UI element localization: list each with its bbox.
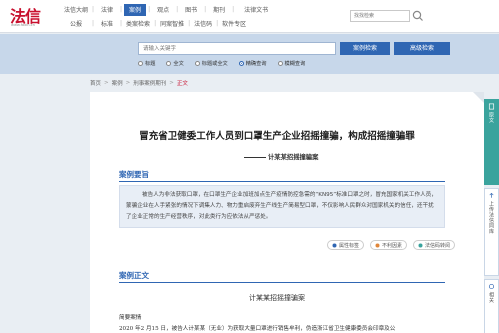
nav-item[interactable]: 法信码 xyxy=(192,18,214,30)
side-tab-label: 原文 xyxy=(488,112,494,123)
nav-item[interactable]: 类案检索 xyxy=(124,18,152,30)
article-actions: 属性标签 不利因素 法信码转阅 xyxy=(327,240,456,250)
radio-dot-icon xyxy=(138,61,143,66)
warning-icon xyxy=(375,243,380,247)
radio-dot-icon xyxy=(238,61,244,66)
breadcrumb-current: 正文 xyxy=(176,81,188,87)
nav-item[interactable]: 法律文书 xyxy=(236,4,276,16)
radio-dot-icon xyxy=(166,61,172,66)
side-tab-original[interactable]: 原文 xyxy=(484,99,499,185)
search-scope-radio[interactable]: 模糊查询 xyxy=(277,60,306,67)
radio-dot-icon xyxy=(277,61,283,66)
breadcrumb-home[interactable]: 首页 xyxy=(90,79,101,87)
nav-item[interactable]: 法律 xyxy=(96,4,118,16)
breadcrumb-separator: > xyxy=(125,80,131,86)
search-scope-radio[interactable]: 标题 xyxy=(138,60,155,67)
body-heading: 案例正文 xyxy=(119,271,149,280)
top-search-input[interactable] xyxy=(350,10,410,22)
faxin-code-label: 法信码转阅 xyxy=(425,242,451,249)
attribute-tag-button[interactable]: 属性标签 xyxy=(327,240,365,250)
radio-dot-icon xyxy=(194,61,200,66)
side-tab-label: 相关 xyxy=(488,292,494,303)
nav-row: 法信大纲 | 法律 | 案例 | 观点 | 图书 | 期刊 | 法律文书 xyxy=(62,3,350,16)
logo-url: www.faxin.cn xyxy=(11,23,35,27)
search-icon[interactable] xyxy=(411,9,425,23)
case-search-button[interactable]: 案例检索 xyxy=(340,42,390,55)
search-scope-options: 标题 全文 标题或全文 精确查询 模糊查询 xyxy=(138,60,305,67)
body-divider xyxy=(119,282,445,283)
side-tab-related[interactable]: 相关 xyxy=(484,279,499,333)
adverse-factors-button[interactable]: 不利因素 xyxy=(370,240,408,250)
side-tab-label: 上传法信同库 xyxy=(488,201,494,234)
page-fold-corner xyxy=(473,92,484,103)
nav-row: 公报 | 标准 | 类案检索 | 同案智推 | 法信码 | 软件专区 xyxy=(62,17,350,30)
keyword-search-input[interactable] xyxy=(138,42,336,55)
case-facts-text: 2020 年2 月15 日，被告人计某某（无业）为获取大量口罩进行销售牟利，伪造… xyxy=(119,326,396,332)
breadcrumb: 首页 > 案例 > 刑事案例期刊 > 正文 xyxy=(90,79,188,87)
radio-label: 标题或全文 xyxy=(201,61,228,67)
summary-text: 被告人为非法获取口罩，在口罩生产企业加班加点生产疫情防控急需的“KN95”标准口… xyxy=(126,192,437,220)
radio-label: 标题 xyxy=(145,61,156,67)
search-scope-radio[interactable]: 标题或全文 xyxy=(194,60,228,67)
article-panel: 冒充省卫健委工作人员到口罩生产企业招摇撞骗，构成招摇撞骗罪 计某某招摇撞骗案 案… xyxy=(90,92,484,333)
attribute-tag-label: 属性标签 xyxy=(339,242,360,249)
nav-item[interactable]: 观点 xyxy=(152,4,174,16)
radio-label: 精确查询 xyxy=(245,61,267,67)
subtitle-dash xyxy=(244,156,266,158)
summary-box: 被告人为非法获取口罩，在口罩生产企业加班加点生产疫情防控急需的“KN95”标准口… xyxy=(119,185,445,228)
nav-item[interactable]: 图书 xyxy=(180,4,202,16)
nav-item[interactable]: 同案智推 xyxy=(158,18,186,30)
advanced-search-button[interactable]: 高级检索 xyxy=(394,42,450,55)
link-icon xyxy=(488,283,495,290)
breadcrumb-separator: > xyxy=(104,80,109,86)
radio-label: 模糊查询 xyxy=(284,61,306,67)
upload-icon xyxy=(489,192,494,198)
main-nav: 法信大纲 | 法律 | 案例 | 观点 | 图书 | 期刊 | 法律文书 公报 | 标准 | 类案检索 | 同案智推 |… xyxy=(62,3,350,30)
article-subtitle: 计某某招摇撞骗案 xyxy=(244,152,318,161)
faxin-code-button[interactable]: 法信码转阅 xyxy=(413,240,456,250)
nav-item[interactable]: 公报 xyxy=(62,18,90,30)
nav-item[interactable]: 法信大纲 xyxy=(62,4,90,16)
radio-label: 全文 xyxy=(173,61,184,67)
summary-divider xyxy=(119,181,445,182)
nav-item[interactable]: 案例 xyxy=(124,3,147,16)
case-facts-label: 简要案情 xyxy=(119,315,142,321)
summary-heading: 案例要旨 xyxy=(119,170,149,179)
nav-item[interactable]: 期刊 xyxy=(208,4,230,16)
nav-item[interactable]: 软件专区 xyxy=(220,18,248,30)
article-subtitle-text: 计某某招摇撞骗案 xyxy=(268,154,319,161)
document-icon xyxy=(488,103,495,110)
search-scope-radio[interactable]: 精确查询 xyxy=(238,60,267,67)
top-navigation-bar: 法信 www.faxin.cn 法信大纲 | 法律 | 案例 | 观点 | 图书 | 期刊 | 法律文书… xyxy=(0,0,499,33)
adverse-factors-label: 不利因素 xyxy=(382,242,403,249)
article-title: 冒充省卫健委工作人员到口罩生产企业招摇撞骗，构成招摇撞骗罪 xyxy=(139,131,415,142)
faxin-logo[interactable]: 法信 www.faxin.cn xyxy=(10,4,46,27)
breadcrumb-criminal-journal[interactable]: 刑事案例期刊 xyxy=(133,79,166,87)
code-icon xyxy=(418,243,423,247)
search-scope-radio[interactable]: 全文 xyxy=(166,60,184,67)
side-tab-upload[interactable]: 上传法信同库 xyxy=(484,188,499,276)
nav-item[interactable]: 标准 xyxy=(96,18,118,30)
document-title: 计某某招摇撞骗案 xyxy=(249,294,305,302)
side-toolbar: 原文 上传法信同库 相关 xyxy=(484,99,499,333)
tag-icon xyxy=(332,243,337,247)
breadcrumb-separator: > xyxy=(169,80,174,86)
breadcrumb-cases[interactable]: 案例 xyxy=(112,79,123,87)
search-panel: 案例检索 高级检索 标题 全文 标题或全文 精确查询 模糊查询 xyxy=(0,34,499,74)
